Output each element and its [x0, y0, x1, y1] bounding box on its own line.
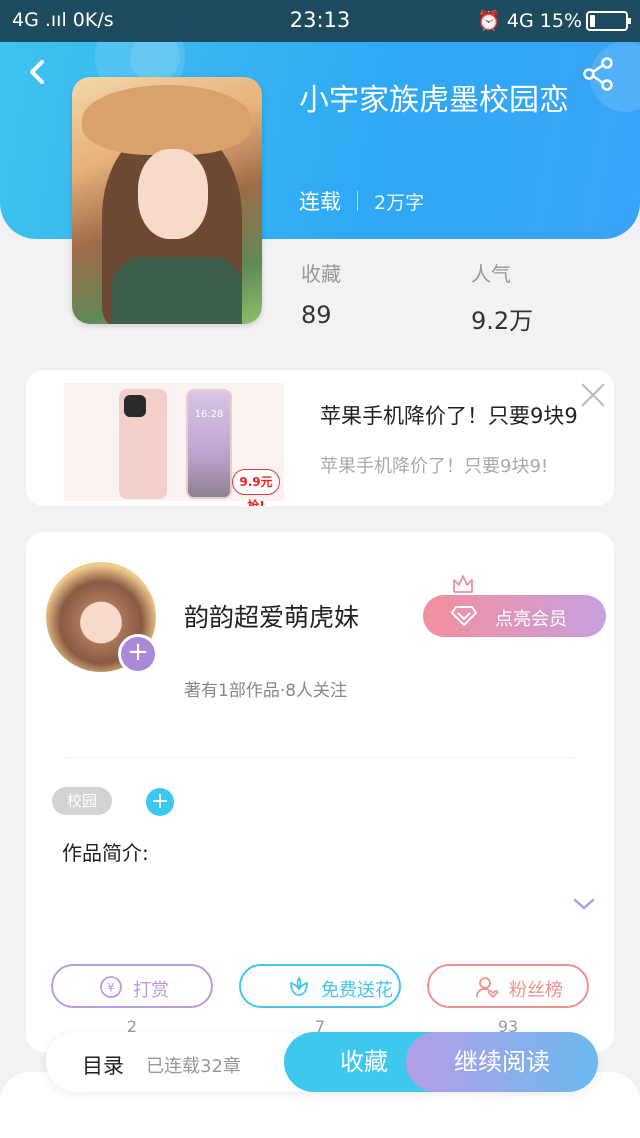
stat-favorites: 收藏 89: [301, 258, 341, 329]
toc-status[interactable]: 已连载32章: [146, 1052, 241, 1078]
flower-icon: [290, 976, 308, 996]
ad-subtitle: 苹果手机降价了！只要9块9!: [320, 456, 549, 477]
stat-label: 收藏: [301, 262, 341, 286]
stat-label: 人气: [471, 262, 511, 286]
action-label: 免费送花: [321, 980, 393, 1001]
status-bar: 4G .ııl 0K/s 23:13 ⏰ 4G 15%: [0, 0, 640, 42]
continue-reading-button[interactable]: 继续阅读: [406, 1032, 598, 1092]
fans-icon: [476, 977, 499, 999]
author-card: + 韵韵超爱萌虎妹 著有1部作品·8人关注 点亮会员 校园 + 作品简介: ¥ …: [26, 532, 614, 1052]
ad-close-button[interactable]: [578, 380, 608, 410]
vip-button[interactable]: 点亮会员: [423, 595, 606, 637]
phone-time: 16:28: [194, 409, 224, 420]
book-title: 小宇家族虎墨校园恋: [299, 83, 569, 118]
divider: [357, 191, 358, 211]
stat-value: 9.2万: [471, 307, 534, 335]
bottom-action-bar: 目录 已连载32章 收藏 继续阅读: [46, 1032, 598, 1092]
add-tag-button[interactable]: +: [146, 788, 174, 816]
chevron-left-icon: [30, 60, 44, 84]
send-flower-button[interactable]: 免费送花: [239, 964, 401, 1008]
vip-label: 点亮会员: [495, 609, 567, 630]
close-icon: [581, 383, 605, 407]
intro-label: 作品简介:: [62, 841, 149, 865]
crown-icon: [453, 575, 473, 593]
cover-art: [82, 85, 252, 155]
ad-title: 苹果手机降价了！只要9块9: [320, 404, 578, 428]
book-cover[interactable]: [72, 77, 262, 324]
price-badge: 9.9元抢!: [232, 469, 280, 506]
diamond-icon: [451, 606, 477, 626]
serial-status: 连载: [299, 190, 341, 214]
cover-art: [112, 257, 242, 324]
reward-button[interactable]: ¥ 打赏: [51, 964, 213, 1008]
phone-front-image: 16:28: [186, 389, 232, 499]
battery-icon: [586, 11, 631, 31]
stat-popularity: 人气 9.2万: [471, 258, 533, 336]
system-indicators: ⏰ 4G 15%: [477, 10, 582, 32]
tag-campus[interactable]: 校园: [52, 787, 112, 815]
action-label: 粉丝榜: [509, 980, 563, 1001]
camera-icon: [124, 395, 146, 417]
ad-card[interactable]: 16:28 9.9元抢! 苹果手机降价了！只要9块9 苹果手机降价了！只要9块9…: [26, 370, 614, 506]
expand-button[interactable]: [572, 894, 596, 914]
yuan-icon: ¥: [100, 976, 122, 998]
chevron-down-icon: [573, 898, 595, 910]
author-info: 著有1部作品·8人关注: [184, 681, 348, 701]
battery-level: [590, 15, 595, 27]
book-meta: 连载 2万字: [299, 186, 424, 216]
divider: [66, 757, 574, 758]
fans-rank-button[interactable]: 粉丝榜: [427, 964, 589, 1008]
follow-button[interactable]: +: [118, 634, 158, 674]
svg-text:¥: ¥: [107, 981, 115, 995]
stat-value: 89: [301, 301, 332, 329]
cover-art: [138, 149, 208, 239]
back-button[interactable]: [20, 52, 56, 92]
action-label: 打赏: [133, 980, 169, 1001]
phone-back-image: [119, 389, 167, 499]
ad-image: 16:28 9.9元抢!: [64, 383, 284, 506]
toc-button[interactable]: 目录: [82, 1050, 124, 1080]
word-count: 2万字: [374, 192, 425, 214]
author-name: 韵韵超爱萌虎妹: [184, 603, 360, 632]
